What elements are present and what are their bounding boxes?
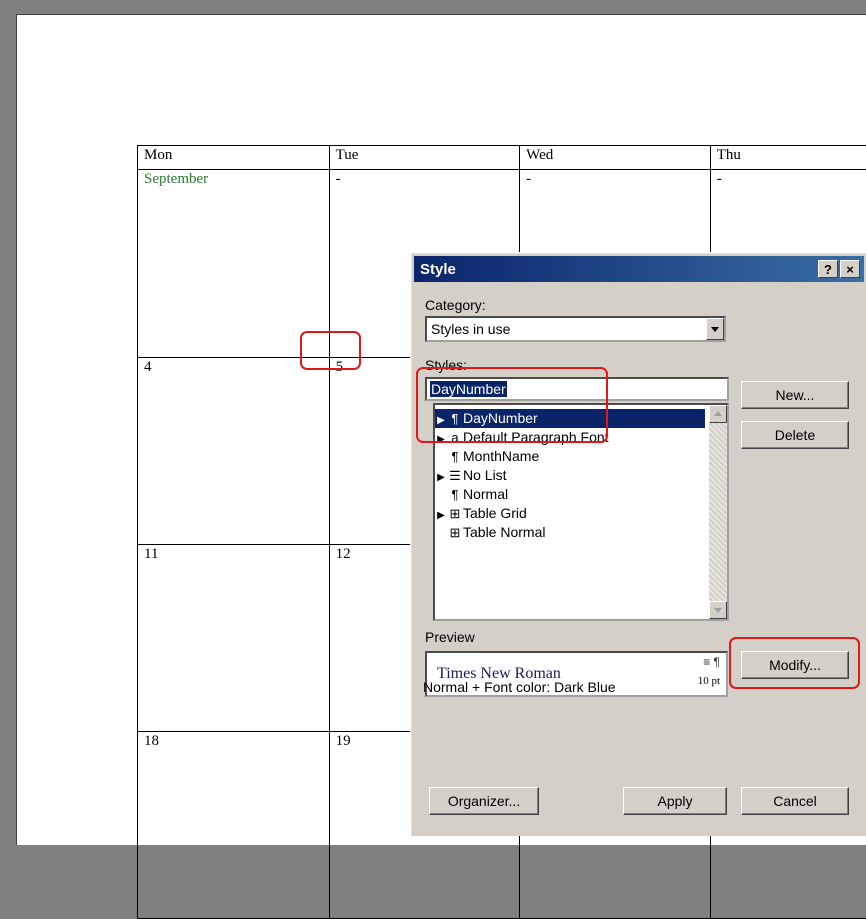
style-item-label: MonthName — [463, 448, 539, 464]
dialog-title-bar[interactable]: Style ? × — [414, 256, 864, 282]
list-style-icon: ☰ — [447, 466, 463, 485]
style-item-label: Table Normal — [463, 524, 545, 540]
dropdown-arrow-button[interactable] — [706, 318, 724, 340]
list-item[interactable]: ▶☰No List — [435, 466, 507, 485]
style-item-label: No List — [463, 467, 507, 483]
list-item[interactable]: ¶Normal — [435, 485, 508, 504]
close-button[interactable]: × — [840, 260, 860, 278]
list-item[interactable]: ▶⊞Table Grid — [435, 504, 527, 523]
cancel-button[interactable]: Cancel — [741, 787, 849, 815]
day-cell[interactable]: 11 — [138, 545, 330, 732]
paragraph-style-icon: ¶ — [447, 485, 463, 504]
list-item[interactable]: ⊞Table Normal — [435, 523, 545, 542]
scroll-up-button[interactable] — [709, 405, 727, 423]
arrow-up-icon — [714, 411, 722, 416]
style-dialog: Style ? × Category: Styles in use Styles… — [410, 252, 866, 836]
paragraph-style-icon: ¶ — [447, 447, 463, 466]
header-mon: Mon — [138, 146, 330, 170]
calendar-header-row: Mon Tue Wed Thu — [138, 146, 866, 170]
table-style-icon: ⊞ — [447, 504, 463, 523]
style-description: Normal + Font color: Dark Blue — [423, 679, 616, 695]
category-dropdown[interactable]: Styles in use — [425, 316, 726, 342]
header-thu: Thu — [710, 146, 866, 170]
apply-button[interactable]: Apply — [623, 787, 727, 815]
highlight-style-name — [416, 367, 608, 443]
style-item-label: Normal — [463, 486, 508, 502]
category-label: Category: — [425, 297, 486, 313]
preview-label: Preview — [425, 629, 475, 645]
day-cell[interactable]: 18 — [138, 732, 330, 919]
style-item-label: Table Grid — [463, 505, 527, 521]
help-button[interactable]: ? — [818, 260, 838, 278]
highlight-day-five — [300, 331, 361, 370]
chevron-down-icon — [711, 327, 719, 332]
organizer-button[interactable]: Organizer... — [429, 787, 539, 815]
category-value: Styles in use — [431, 321, 510, 337]
list-item[interactable]: ¶MonthName — [435, 447, 539, 466]
scroll-down-button[interactable] — [709, 601, 727, 619]
header-tue: Tue — [329, 146, 519, 170]
styles-scrollbar[interactable] — [709, 405, 727, 619]
highlight-modify-button — [729, 637, 860, 689]
delete-style-button[interactable]: Delete — [741, 421, 849, 449]
new-style-button[interactable]: New... — [741, 381, 849, 409]
header-wed: Wed — [520, 146, 711, 170]
paragraph-marks-icon: ≡ ¶ — [703, 655, 720, 669]
preview-font-size: 10 pt — [698, 675, 720, 687]
month-name-cell[interactable]: September — [138, 170, 330, 358]
day-cell[interactable]: 4 — [138, 358, 330, 545]
dialog-title: Style — [420, 261, 456, 278]
table-style-icon: ⊞ — [447, 523, 463, 542]
arrow-down-icon — [714, 608, 722, 613]
